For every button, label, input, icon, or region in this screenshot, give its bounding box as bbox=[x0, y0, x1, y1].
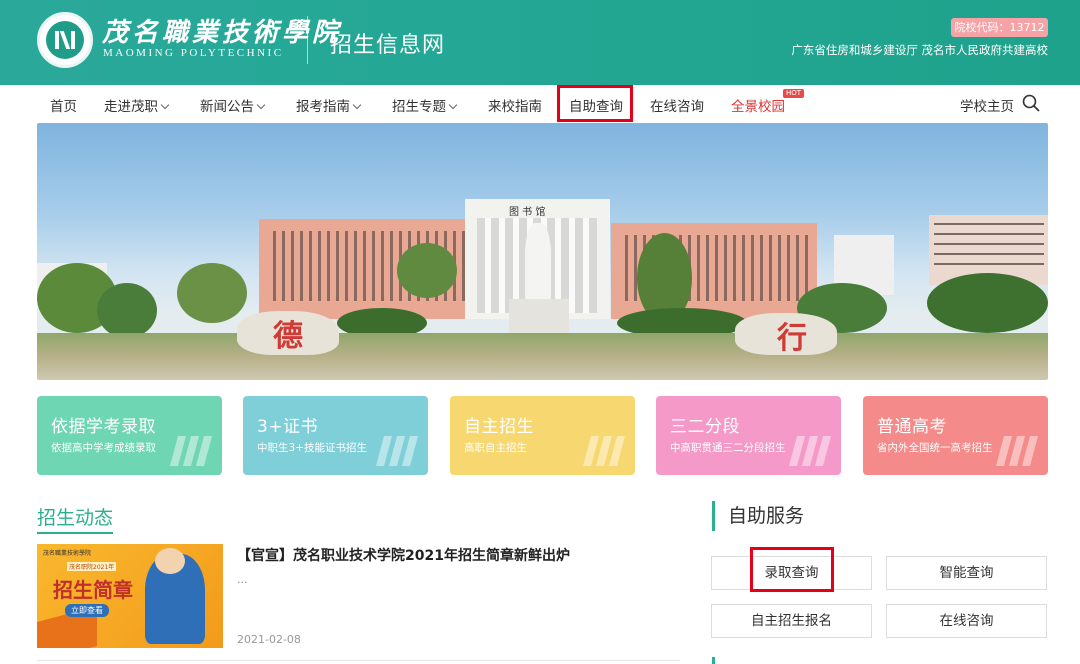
stone-right-char: 行 bbox=[777, 321, 807, 356]
watermark-m-icon bbox=[375, 436, 419, 466]
school-name-en: MAOMING POLYTECHNIC bbox=[103, 47, 284, 59]
main-nav: 首页 走进茂职 新闻公告 报考指南 招生专题 来校指南 自助查询 在线咨询 全景… bbox=[0, 85, 1080, 123]
self-service-title: 自助服务 bbox=[712, 501, 804, 531]
header-divider bbox=[307, 16, 308, 64]
site-header: 茂名職業技術學院 MAOMING POLYTECHNIC 招生信息网 院校代码：… bbox=[0, 0, 1080, 85]
chevron-down-icon bbox=[160, 100, 170, 110]
chevron-down-icon bbox=[256, 100, 266, 110]
site-title: 招生信息网 bbox=[330, 33, 446, 58]
nav-highlight-box bbox=[557, 85, 633, 122]
news-divider bbox=[37, 660, 680, 661]
card-academic-test[interactable]: 依据学考录取 依据高中学考成绩录取 bbox=[37, 396, 222, 475]
campus-banner: 图 书 馆 德 行 bbox=[37, 123, 1048, 380]
chevron-down-icon bbox=[352, 100, 362, 110]
nav-special[interactable]: 招生专题 bbox=[392, 95, 458, 115]
card-gaokao[interactable]: 普通高考 省内外全国统一高考招生 bbox=[863, 396, 1048, 475]
school-code-badge: 院校代码：13712 bbox=[951, 18, 1048, 37]
nav-panorama[interactable]: 全景校园 bbox=[731, 95, 785, 115]
watermark-m-icon bbox=[169, 436, 213, 466]
stone-left-char: 德 bbox=[273, 319, 303, 354]
next-section-marker bbox=[712, 657, 715, 664]
news-description: ... bbox=[237, 573, 248, 586]
nav-campus-guide[interactable]: 来校指南 bbox=[488, 95, 542, 115]
chevron-down-icon bbox=[448, 100, 458, 110]
school-name-cn: 茂名職業技術學院 bbox=[102, 18, 343, 48]
watermark-m-icon bbox=[582, 436, 626, 466]
nav-online-consult[interactable]: 在线咨询 bbox=[650, 95, 704, 115]
news-date: 2021-02-08 bbox=[237, 633, 301, 646]
independent-signup-button[interactable]: 自主招生报名 bbox=[711, 604, 872, 638]
watermark-m-icon bbox=[788, 436, 832, 466]
news-title-link[interactable]: 【官宣】茂名职业技术学院2021年招生简章新鲜出炉 bbox=[237, 545, 570, 565]
smart-query-button[interactable]: 智能查询 bbox=[886, 556, 1047, 590]
nav-about[interactable]: 走进茂职 bbox=[104, 95, 170, 115]
online-consult-button[interactable]: 在线咨询 bbox=[886, 604, 1047, 638]
news-section-title[interactable]: 招生动态 bbox=[37, 503, 114, 534]
nav-guide[interactable]: 报考指南 bbox=[296, 95, 362, 115]
news-thumbnail[interactable]: 茂名職業技術學院 茂名职院2021年 招生简章 立即查看 bbox=[37, 544, 223, 648]
nav-home[interactable]: 首页 bbox=[50, 95, 77, 115]
library-sign: 图 书 馆 bbox=[509, 207, 546, 218]
nav-news[interactable]: 新闻公告 bbox=[200, 95, 266, 115]
card-3plus-cert[interactable]: 3+证书 中职生3+技能证书招生 bbox=[243, 396, 428, 475]
card-three-two[interactable]: 三二分段 中高职贯通三二分段招生 bbox=[656, 396, 841, 475]
hot-badge: HOT bbox=[783, 89, 805, 98]
watermark-m-icon bbox=[995, 436, 1039, 466]
school-logo-icon[interactable] bbox=[37, 12, 93, 68]
service-highlight-box bbox=[750, 547, 834, 592]
nav-school-home[interactable]: 学校主页 bbox=[960, 95, 1014, 115]
card-independent[interactable]: 自主招生 高职自主招生 bbox=[450, 396, 635, 475]
co-built-text: 广东省住房和城乡建设厅 茂名市人民政府共建高校 bbox=[791, 43, 1048, 57]
search-icon[interactable] bbox=[1022, 94, 1040, 112]
